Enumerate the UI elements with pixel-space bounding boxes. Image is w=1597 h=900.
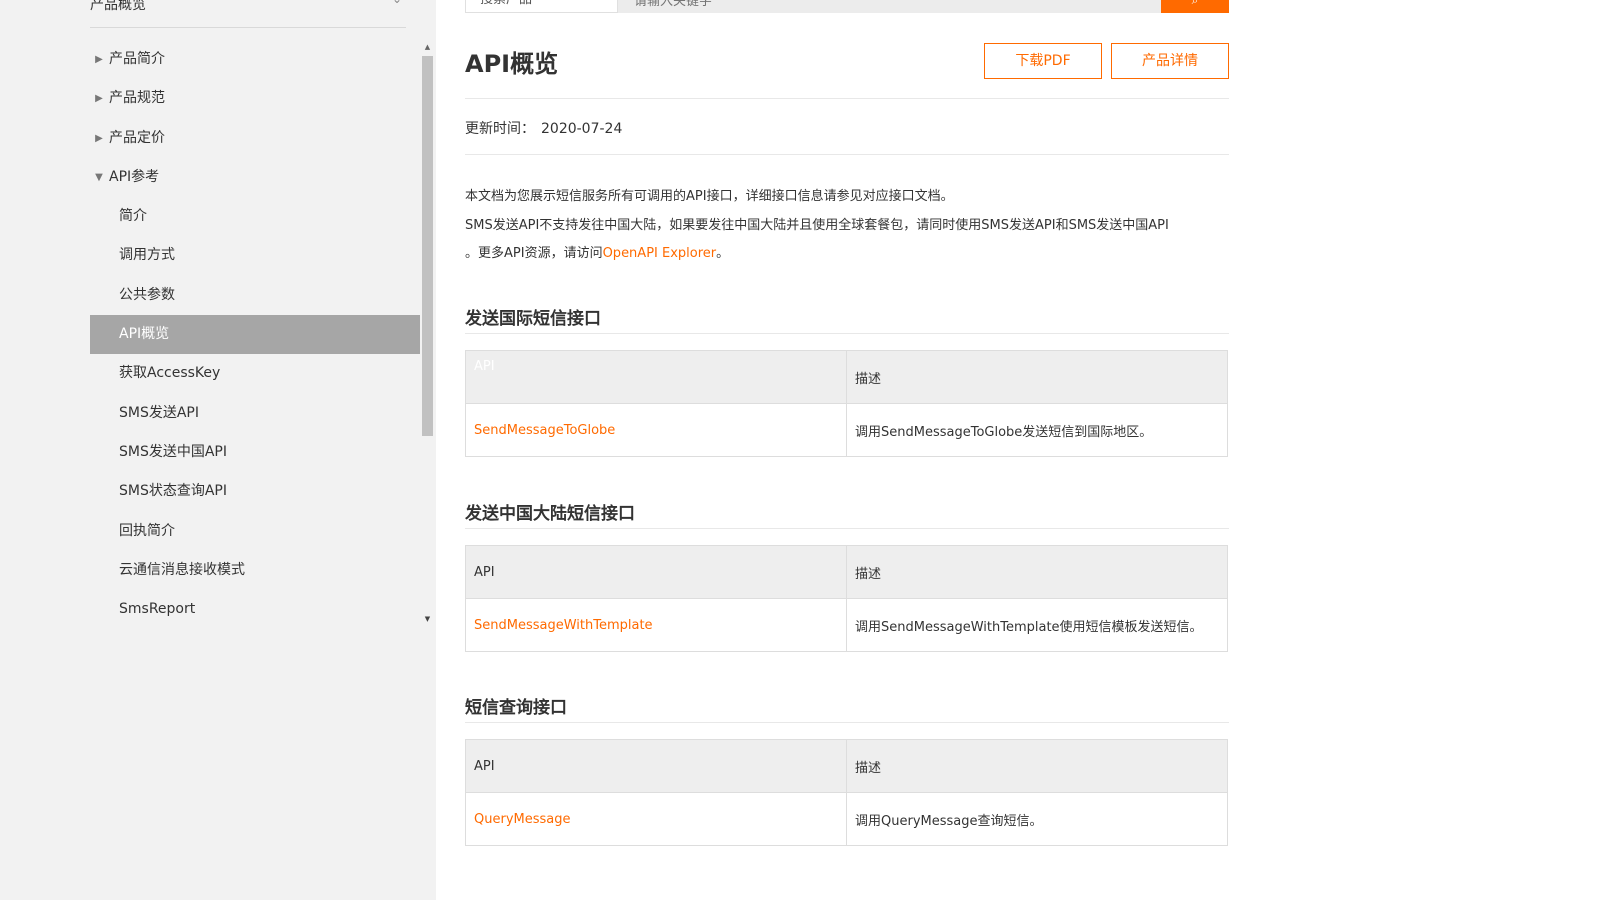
sidebar-item-sms-status-api[interactable]: SMS状态查询API [90, 472, 420, 511]
caret-down-icon: ▼ [95, 171, 103, 183]
search-icon: ⌕ [1191, 0, 1199, 7]
caret-right-icon: ▶ [95, 54, 103, 65]
page-title: API概览 [465, 50, 559, 78]
intro-line: 。更多API资源，请访问OpenAPI Explorer。 [465, 240, 1229, 269]
api-desc-cell: 调用SendMessageWithTemplate使用短信模板发送短信。 [846, 598, 1228, 652]
api-name-cell: QueryMessage [465, 792, 847, 846]
sidebar-item-message-receive-mode[interactable]: 云通信消息接收模式 [90, 551, 420, 590]
sidebar-item-receipt-intro[interactable]: 回执简介 [90, 512, 420, 551]
section-title-china: 发送中国大陆短信接口 [465, 504, 635, 524]
api-table-international: API 描述 SendMessageToGlobe 调用SendMessageT… [465, 350, 1228, 457]
api-table-query: API 描述 QueryMessage 调用QueryMessage查询短信。 [465, 739, 1228, 846]
sidebar-item-label: API参考 [109, 168, 160, 185]
sidebar-item-label: 产品简介 [109, 51, 165, 67]
sidebar-item-label: 调用方式 [119, 247, 175, 264]
sidebar-item-smsreport[interactable]: SmsReport [90, 590, 420, 629]
sidebar-item-call-method[interactable]: 调用方式 [90, 236, 420, 275]
api-name-cell: SendMessageWithTemplate [465, 598, 847, 652]
table-header-row: API 描述 [465, 739, 1228, 793]
col-header-api: API [465, 739, 847, 793]
sidebar-item-label: SMS发送API [119, 404, 200, 421]
sidebar-item-get-accesskey[interactable]: 获取AccessKey [90, 354, 420, 393]
chevron-down-icon: ⌄ [392, 0, 402, 6]
sidebar-item-product-spec[interactable]: ▶ 产品规范 [90, 79, 420, 118]
intro-text-fragment: 。更多API资源，请访问 [465, 246, 603, 261]
caret-right-icon: ▶ [95, 93, 103, 105]
sidebar-item-label: 公共参数 [119, 286, 175, 303]
col-header-api: API [465, 350, 847, 404]
section-title-international: 发送国际短信接口 [465, 309, 601, 329]
divider [465, 528, 1229, 529]
sidebar-item-pricing[interactable]: ▶ 产品定价 [90, 119, 420, 158]
sidebar-item-label: 产品定价 [109, 129, 165, 146]
openapi-explorer-link[interactable]: OpenAPI Explorer [603, 246, 717, 261]
sidebar-header[interactable]: 产品概览 ⌄ [90, 0, 406, 28]
divider [465, 722, 1229, 723]
table-header-row: API 描述 [465, 545, 1228, 599]
api-link-sendmessagetoglobe[interactable]: SendMessageToGlobe [474, 423, 615, 438]
search-button[interactable]: ⌕ [1161, 0, 1229, 13]
intro-text: 本文档为您展示短信服务所有可调用的API接口，详细接口信息请参见对应接口文档。 … [465, 183, 1229, 269]
intro-line: 本文档为您展示短信服务所有可调用的API接口，详细接口信息请参见对应接口文档。 [465, 189, 954, 204]
col-header-desc: 描述 [846, 739, 1228, 793]
updated-time: 更新时间： 2020-07-24 [465, 118, 622, 138]
sidebar-item-product-intro[interactable]: ▶ 产品简介 [90, 40, 420, 79]
sidebar-nav: ▶ 产品简介 ▶ 产品规范 ▶ 产品定价 ▼ API参考 简介 调用方式 公共参… [90, 40, 420, 629]
sidebar-item-label: 回执简介 [119, 522, 175, 539]
sidebar-item-label: SmsReport [119, 601, 196, 618]
download-pdf-button[interactable]: 下载PDF [984, 43, 1102, 79]
sidebar-item-sms-send-api[interactable]: SMS发送API [90, 394, 420, 433]
section-title-query: 短信查询接口 [465, 698, 567, 718]
sidebar-item-label: API概览 [119, 326, 170, 343]
sidebar-item-label: SMS发送中国API [119, 443, 228, 460]
api-desc-cell: 调用SendMessageToGlobe发送短信到国际地区。 [846, 403, 1228, 457]
sidebar-item-label: 产品规范 [109, 90, 165, 107]
api-link-querymessage[interactable]: QueryMessage [474, 812, 570, 827]
col-header-desc: 描述 [846, 545, 1228, 599]
col-header-desc: 描述 [846, 350, 1228, 404]
api-link-sendmessagewithtemplate[interactable]: SendMessageWithTemplate [474, 618, 653, 633]
col-header-api: API [465, 545, 847, 599]
search-scope-select[interactable]: 搜索产品 [465, 0, 618, 13]
api-name-cell: SendMessageToGlobe [465, 403, 847, 457]
divider [465, 333, 1229, 334]
sidebar-item-intro[interactable]: 简介 [90, 197, 420, 236]
sidebar-item-common-params[interactable]: 公共参数 [90, 276, 420, 315]
intro-text-fragment: 。 [716, 246, 730, 261]
product-detail-button[interactable]: 产品详情 [1111, 43, 1229, 79]
updated-label: 更新时间： [465, 121, 535, 137]
sidebar-item-label: 云通信消息接收模式 [119, 561, 245, 578]
api-table-china: API 描述 SendMessageWithTemplate 调用SendMes… [465, 545, 1228, 652]
updated-value: 2020-07-24 [541, 121, 623, 137]
table-row: SendMessageWithTemplate 调用SendMessageWit… [465, 598, 1228, 652]
sidebar-item-sms-send-china-api[interactable]: SMS发送中国API [90, 433, 420, 472]
divider [465, 98, 1229, 99]
table-header-row: API 描述 [465, 350, 1228, 404]
scroll-down-arrow-icon[interactable]: ▼ [420, 612, 435, 626]
api-desc-cell: 调用QueryMessage查询短信。 [846, 792, 1228, 846]
intro-line: SMS发送API不支持发往中国大陆，如果要发往中国大陆并且使用全球套餐包，请同时… [465, 217, 1169, 233]
table-row: SendMessageToGlobe 调用SendMessageToGlobe发… [465, 403, 1228, 457]
sidebar-scrollbar[interactable]: ▲ ▼ [420, 40, 435, 630]
search-input[interactable] [618, 0, 1161, 13]
sidebar-item-api-overview[interactable]: API概览 [90, 315, 420, 355]
sidebar-item-api-reference[interactable]: ▼ API参考 [90, 158, 420, 197]
table-row: QueryMessage 调用QueryMessage查询短信。 [465, 792, 1228, 846]
scroll-thumb[interactable] [422, 56, 433, 436]
caret-right-icon: ▶ [95, 132, 103, 144]
search-bar: 搜索产品 ⌕ [465, 0, 1229, 13]
divider [465, 154, 1229, 155]
sidebar: 产品概览 ⌄ ▶ 产品简介 ▶ 产品规范 ▶ 产品定价 ▼ API参考 简介 调… [0, 0, 436, 900]
sidebar-item-label: 简介 [119, 208, 147, 225]
sidebar-item-label: 获取AccessKey [119, 365, 221, 382]
scroll-up-arrow-icon[interactable]: ▲ [420, 40, 435, 54]
sidebar-header-title: 产品概览 [90, 0, 146, 13]
sidebar-item-label: SMS状态查询API [119, 483, 228, 500]
